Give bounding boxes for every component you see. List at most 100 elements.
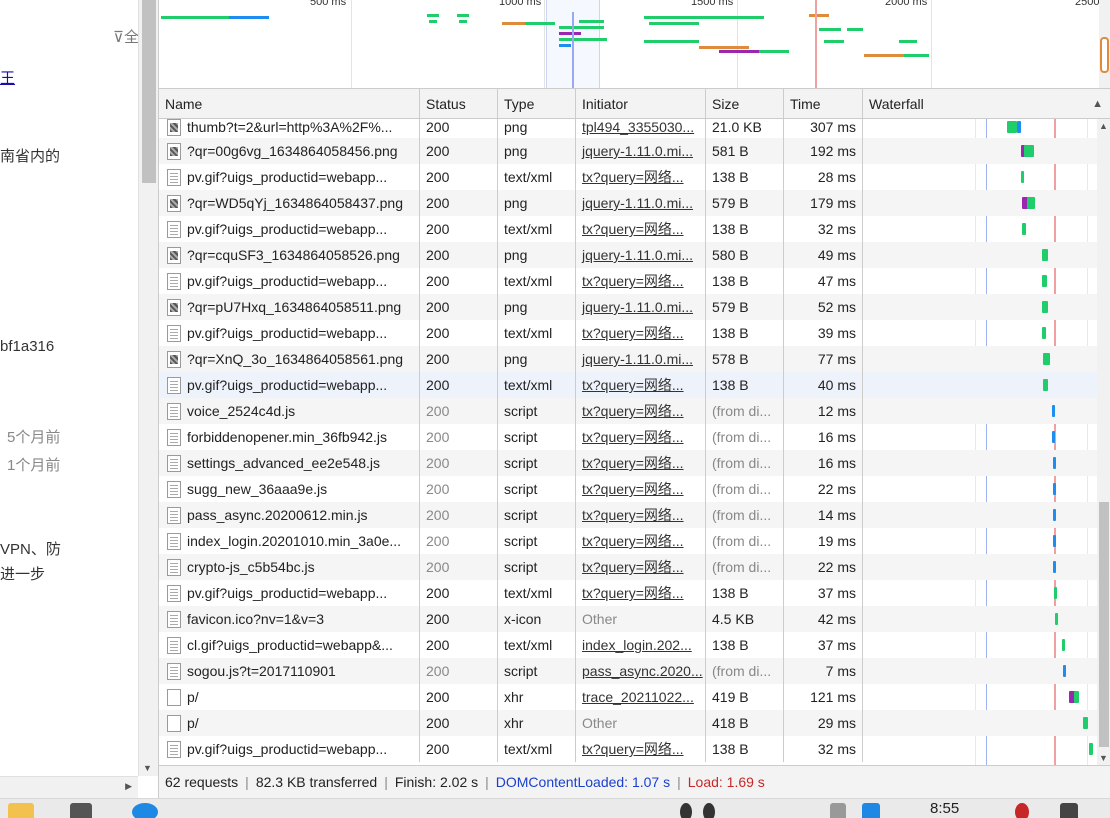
request-waterfall[interactable] xyxy=(863,190,1097,216)
request-waterfall[interactable] xyxy=(863,320,1097,346)
request-name-cell[interactable]: ?qr=pU7Hxq_1634864058511.png xyxy=(159,294,420,320)
request-waterfall[interactable] xyxy=(863,242,1097,268)
request-initiator-link[interactable]: tx?query=网络... xyxy=(576,736,706,762)
request-initiator-link[interactable]: tpl494_3355030... xyxy=(576,119,706,138)
request-name-cell[interactable]: ?qr=XnQ_3o_1634864058561.png xyxy=(159,346,420,372)
request-initiator-link[interactable]: tx?query=网络... xyxy=(576,450,706,476)
request-name-cell[interactable]: sugg_new_36aaa9e.js xyxy=(159,476,420,502)
scrollbar-thumb[interactable] xyxy=(142,0,156,183)
request-name-cell[interactable]: pv.gif?uigs_productid=webapp... xyxy=(159,268,420,294)
column-header-waterfall[interactable]: Waterfall ▲ xyxy=(863,89,1110,119)
request-initiator-link[interactable]: pass_async.2020... xyxy=(576,658,706,684)
tray-icon[interactable] xyxy=(703,803,715,818)
request-name-cell[interactable]: pv.gif?uigs_productid=webapp... xyxy=(159,736,420,762)
request-row[interactable]: index_login.20201010.min_3a0e... 200 scrip… xyxy=(159,528,1097,554)
request-initiator-link[interactable]: tx?query=网络... xyxy=(576,528,706,554)
sort-ascending-icon[interactable]: ▲ xyxy=(1092,89,1103,119)
column-header-status[interactable]: Status xyxy=(420,89,498,119)
request-initiator-link[interactable]: tx?query=网络... xyxy=(576,320,706,346)
page-link-fragment[interactable]: 王 xyxy=(0,67,15,88)
request-row[interactable]: forbiddenopener.min_36fb942.js 200 script t… xyxy=(159,424,1097,450)
request-waterfall[interactable] xyxy=(863,294,1097,320)
request-name-cell[interactable]: p/ xyxy=(159,684,420,710)
request-row[interactable]: pass_async.20200612.min.js 200 script tx?qu… xyxy=(159,502,1097,528)
request-name-cell[interactable]: pv.gif?uigs_productid=webapp... xyxy=(159,164,420,190)
request-name-cell[interactable]: ?qr=00g6vg_1634864058456.png xyxy=(159,138,420,164)
notification-icon[interactable] xyxy=(1015,803,1029,818)
request-name-cell[interactable]: ?qr=cquSF3_1634864058526.png xyxy=(159,242,420,268)
request-waterfall[interactable] xyxy=(863,372,1097,398)
request-initiator-link[interactable]: tx?query=网络... xyxy=(576,216,706,242)
taskbar-clock[interactable]: 8:55 xyxy=(930,800,959,817)
store-icon[interactable] xyxy=(70,803,92,818)
request-row[interactable]: sugg_new_36aaa9e.js 200 script tx?query=网络.… xyxy=(159,476,1097,502)
request-name-cell[interactable]: cl.gif?uigs_productid=webapp&... xyxy=(159,632,420,658)
request-waterfall[interactable] xyxy=(863,554,1097,580)
request-name-cell[interactable]: pv.gif?uigs_productid=webapp... xyxy=(159,580,420,606)
scrollbar-thumb[interactable] xyxy=(1099,502,1109,747)
request-waterfall[interactable] xyxy=(863,216,1097,242)
request-initiator-link[interactable]: tx?query=网络... xyxy=(576,554,706,580)
request-initiator-link[interactable]: index_login.202... xyxy=(576,632,706,658)
request-initiator-link[interactable]: tx?query=网络... xyxy=(576,502,706,528)
column-header-time[interactable]: Time xyxy=(784,89,863,119)
scroll-right-arrow-icon[interactable]: ▶ xyxy=(125,781,132,792)
request-waterfall[interactable] xyxy=(863,424,1097,450)
request-waterfall[interactable] xyxy=(863,138,1097,164)
request-waterfall[interactable] xyxy=(863,658,1097,684)
page-horizontal-scrollbar[interactable]: ▶ xyxy=(0,776,138,798)
request-initiator-link[interactable]: jquery-1.11.0.mi... xyxy=(576,190,706,216)
request-name-cell[interactable]: pv.gif?uigs_productid=webapp... xyxy=(159,216,420,242)
request-row[interactable]: cl.gif?uigs_productid=webapp&... 200 text/… xyxy=(159,632,1097,658)
request-row[interactable]: pv.gif?uigs_productid=webapp... 200 text/x… xyxy=(159,320,1097,346)
request-row[interactable]: ?qr=XnQ_3o_1634864058561.png 200 png jquery… xyxy=(159,346,1097,372)
request-row[interactable]: pv.gif?uigs_productid=webapp... 200 text/x… xyxy=(159,580,1097,606)
request-name-cell[interactable]: ?qr=WD5qYj_1634864058437.png xyxy=(159,190,420,216)
request-row[interactable]: p/200 xhr Other 418 B 29 ms xyxy=(159,710,1097,736)
request-name-cell[interactable]: forbiddenopener.min_36fb942.js xyxy=(159,424,420,450)
request-waterfall[interactable] xyxy=(863,119,1097,138)
request-initiator-link[interactable]: trace_20211022... xyxy=(576,684,706,710)
request-row[interactable]: sogou.js?t=2017110901 200 script pass_async… xyxy=(159,658,1097,684)
request-row[interactable]: pv.gif?uigs_productid=webapp... 200 text/x… xyxy=(159,216,1097,242)
request-waterfall[interactable] xyxy=(863,502,1097,528)
column-header-type[interactable]: Type xyxy=(498,89,576,119)
request-waterfall[interactable] xyxy=(863,736,1097,762)
column-header-name[interactable]: Name xyxy=(159,89,420,119)
overview-scrollbar[interactable] xyxy=(1099,0,1110,88)
request-row[interactable]: crypto-js_c5b54bc.js 200 script tx?query=网络… xyxy=(159,554,1097,580)
scroll-up-arrow-icon[interactable]: ▲ xyxy=(1099,121,1108,131)
scroll-down-arrow-icon[interactable]: ▼ xyxy=(143,763,152,773)
request-waterfall[interactable] xyxy=(863,632,1097,658)
network-overview-timeline[interactable]: 500 ms 1000 ms 1500 ms 2000 ms 2500 xyxy=(159,0,1110,89)
request-row[interactable]: pv.gif?uigs_productid=webapp... 200 text/x… xyxy=(159,268,1097,294)
request-name-cell[interactable]: voice_2524c4d.js xyxy=(159,398,420,424)
request-waterfall[interactable] xyxy=(863,684,1097,710)
request-row[interactable]: ?qr=cquSF3_1634864058526.png 200 png jquery… xyxy=(159,242,1097,268)
request-name-cell[interactable]: pass_async.20200612.min.js xyxy=(159,502,420,528)
request-row[interactable]: thumb?t=2&url=http%3A%2F%... 200 png tpl494… xyxy=(159,119,1097,138)
request-waterfall[interactable] xyxy=(863,580,1097,606)
request-waterfall[interactable] xyxy=(863,528,1097,554)
request-row[interactable]: voice_2524c4d.js 200 script tx?query=网络...(… xyxy=(159,398,1097,424)
request-row[interactable]: ?qr=00g6vg_1634864058456.png 200 png jquery… xyxy=(159,138,1097,164)
request-initiator-link[interactable]: tx?query=网络... xyxy=(576,164,706,190)
request-name-cell[interactable]: sogou.js?t=2017110901 xyxy=(159,658,420,684)
tray-icon[interactable] xyxy=(862,803,880,818)
scroll-down-arrow-icon[interactable]: ▼ xyxy=(1099,753,1108,763)
request-initiator-link[interactable]: tx?query=网络... xyxy=(576,268,706,294)
action-center-icon[interactable] xyxy=(1060,803,1078,818)
request-waterfall[interactable] xyxy=(863,164,1097,190)
request-name-cell[interactable]: pv.gif?uigs_productid=webapp... xyxy=(159,320,420,346)
request-row[interactable]: ?qr=pU7Hxq_1634864058511.png 200 png jquery… xyxy=(159,294,1097,320)
request-waterfall[interactable] xyxy=(863,606,1097,632)
request-waterfall[interactable] xyxy=(863,710,1097,736)
request-name-cell[interactable]: thumb?t=2&url=http%3A%2F%... xyxy=(159,119,420,138)
request-initiator-link[interactable]: tx?query=网络... xyxy=(576,580,706,606)
tray-icon[interactable] xyxy=(680,803,692,818)
request-waterfall[interactable] xyxy=(863,268,1097,294)
request-row[interactable]: ?qr=WD5qYj_1634864058437.png 200 png jquery… xyxy=(159,190,1097,216)
request-name-cell[interactable]: p/ xyxy=(159,710,420,736)
file-explorer-icon[interactable] xyxy=(8,803,34,818)
request-waterfall[interactable] xyxy=(863,450,1097,476)
